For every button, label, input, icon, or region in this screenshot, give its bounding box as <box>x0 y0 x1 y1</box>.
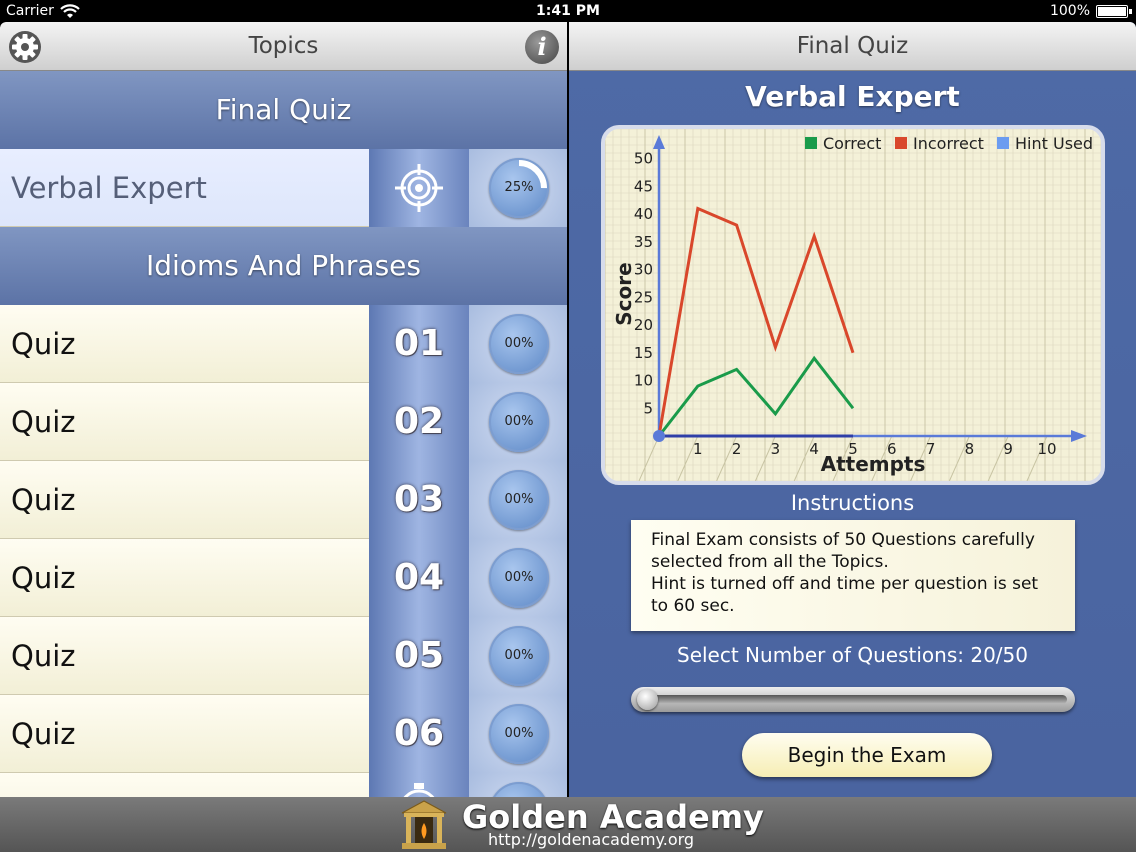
y-tick-label: 35 <box>634 233 653 251</box>
x-tick-label: 8 <box>965 440 975 458</box>
battery-percent: 100% <box>1049 3 1090 19</box>
progress-percent: 00% <box>504 336 534 351</box>
x-tick-label: 4 <box>809 440 819 458</box>
instructions-title: Instructions <box>790 491 915 515</box>
quiz-title: Verbal Expert <box>745 80 960 113</box>
quiz-row[interactable]: Quiz 02 00% <box>0 383 567 461</box>
section-header-idioms: Idioms And Phrases <box>0 227 567 305</box>
quiz-label: Quiz <box>11 717 76 751</box>
topic-label: Verbal Expert <box>11 171 207 205</box>
quiz-label: Quiz <box>11 639 76 673</box>
quiz-row[interactable]: Quiz 03 00% <box>0 461 567 539</box>
quiz-label: Quiz <box>11 405 76 439</box>
final-quiz-panel: Final Quiz Verbal Expert 5 10 15 20 25 30 35 40… <box>569 22 1136 797</box>
topics-panel: Topics i Final Quiz Verbal Expert 25% Id… <box>0 22 567 797</box>
slider-thumb[interactable] <box>637 689 658 710</box>
y-tick-label: 15 <box>634 344 653 362</box>
clock-time: 1:41 PM <box>536 3 600 19</box>
quiz-label: Quiz <box>11 483 76 517</box>
progress-percent: 00% <box>504 726 534 741</box>
y-axis-label: Score <box>612 262 636 325</box>
quiz-row[interactable]: Quiz 01 00% <box>0 305 567 383</box>
x-tick-label: 9 <box>1003 440 1013 458</box>
y-tick-label: 45 <box>634 177 653 195</box>
x-tick-label: 10 <box>1037 440 1056 458</box>
y-tick-label: 10 <box>634 372 653 390</box>
final-quiz-title: Final Quiz <box>796 33 909 59</box>
question-count-label: Select Number of Questions: 20/50 <box>677 643 1028 667</box>
quiz-label: Quiz <box>11 561 76 595</box>
info-icon[interactable]: i <box>525 30 559 64</box>
legend-label: Hint Used <box>1015 134 1093 153</box>
legend-swatch <box>805 137 817 149</box>
y-tick-label: 20 <box>634 316 653 334</box>
instructions-text: Final Exam consists of 50 Questions care… <box>651 530 1035 572</box>
quiz-number: 03 <box>393 479 445 520</box>
progress-percent: 00% <box>504 414 534 429</box>
series-line-incorrect <box>657 206 855 437</box>
score-chart-svg: 51015202530354045501 2 3 4 5 6 7 8 9 10AttemptsSc… <box>605 129 1101 481</box>
series-line-correct <box>657 355 855 437</box>
legend-swatch <box>895 137 907 149</box>
academy-logo-icon <box>401 800 447 849</box>
topic-row-verbal-expert[interactable]: Verbal Expert 25% <box>0 149 567 227</box>
status-bar: Carrier 1:41 PM 100% <box>0 0 1136 22</box>
progress-percent: 00% <box>504 570 534 585</box>
progress-circle <box>489 782 549 797</box>
origin-point <box>653 430 665 442</box>
section-header-final-quiz: Final Quiz <box>0 71 567 149</box>
footer-banner[interactable]: Golden Academy http://goldenacademy.org <box>0 797 1136 852</box>
quiz-number: 01 <box>393 323 445 364</box>
quiz-number: 05 <box>393 635 445 676</box>
x-tick-label: 7 <box>926 440 936 458</box>
legend-label: Incorrect <box>913 134 984 153</box>
stopwatch-icon <box>403 783 435 797</box>
y-tick-label: 40 <box>634 205 653 223</box>
legend-label: Correct <box>823 134 881 153</box>
progress-percent: 00% <box>504 648 534 663</box>
y-tick-label: 50 <box>634 150 653 168</box>
target-icon <box>395 164 443 212</box>
progress-circle: 00% <box>489 314 549 374</box>
topics-title: Topics <box>248 33 319 59</box>
x-tick-label: 2 <box>732 440 742 458</box>
progress-circle: 00% <box>489 548 549 608</box>
battery-icon <box>1096 5 1132 18</box>
progress-percent: 25% <box>504 180 534 195</box>
quiz-row[interactable]: Quiz 04 00% <box>0 539 567 617</box>
begin-exam-button[interactable]: Begin the Exam <box>742 733 992 777</box>
quiz-row[interactable]: Quiz 05 00% <box>0 617 567 695</box>
quiz-number: 04 <box>393 557 445 598</box>
progress-percent: 00% <box>504 492 534 507</box>
quiz-label: Quiz <box>11 327 76 361</box>
final-quiz-navbar: Final Quiz <box>569 22 1136 71</box>
score-chart: 5 10 15 20 25 30 35 40 45 50 1 2 3 4 5 6 7 8 9 10 Attempts Sc… <box>601 125 1105 485</box>
progress-circle: 00% <box>489 626 549 686</box>
progress-circle: 25% <box>489 158 549 218</box>
progress-circle: 00% <box>489 470 549 530</box>
y-tick-label: 25 <box>634 288 653 306</box>
instructions-text: Hint is turned off and time per question… <box>651 574 1039 616</box>
question-count-slider[interactable] <box>631 687 1075 712</box>
legend-swatch <box>997 137 1009 149</box>
quiz-number: 06 <box>393 713 445 754</box>
progress-circle: 00% <box>489 392 549 452</box>
academy-url: http://goldenacademy.org <box>488 830 695 849</box>
y-tick-label: 5 <box>643 399 653 417</box>
y-tick-label: 30 <box>634 261 653 279</box>
instructions-box: Final Exam consists of 50 Questions care… <box>631 520 1075 631</box>
x-tick-label: 3 <box>771 440 781 458</box>
topics-navbar: Topics i <box>0 22 567 71</box>
progress-circle: 00% <box>489 704 549 764</box>
x-axis-label: Attempts <box>821 452 926 476</box>
x-tick-label: 1 <box>693 440 703 458</box>
quiz-row[interactable]: Quiz 06 00% <box>0 695 567 773</box>
quiz-number: 02 <box>393 401 445 442</box>
quiz-row-partial[interactable] <box>0 773 567 797</box>
